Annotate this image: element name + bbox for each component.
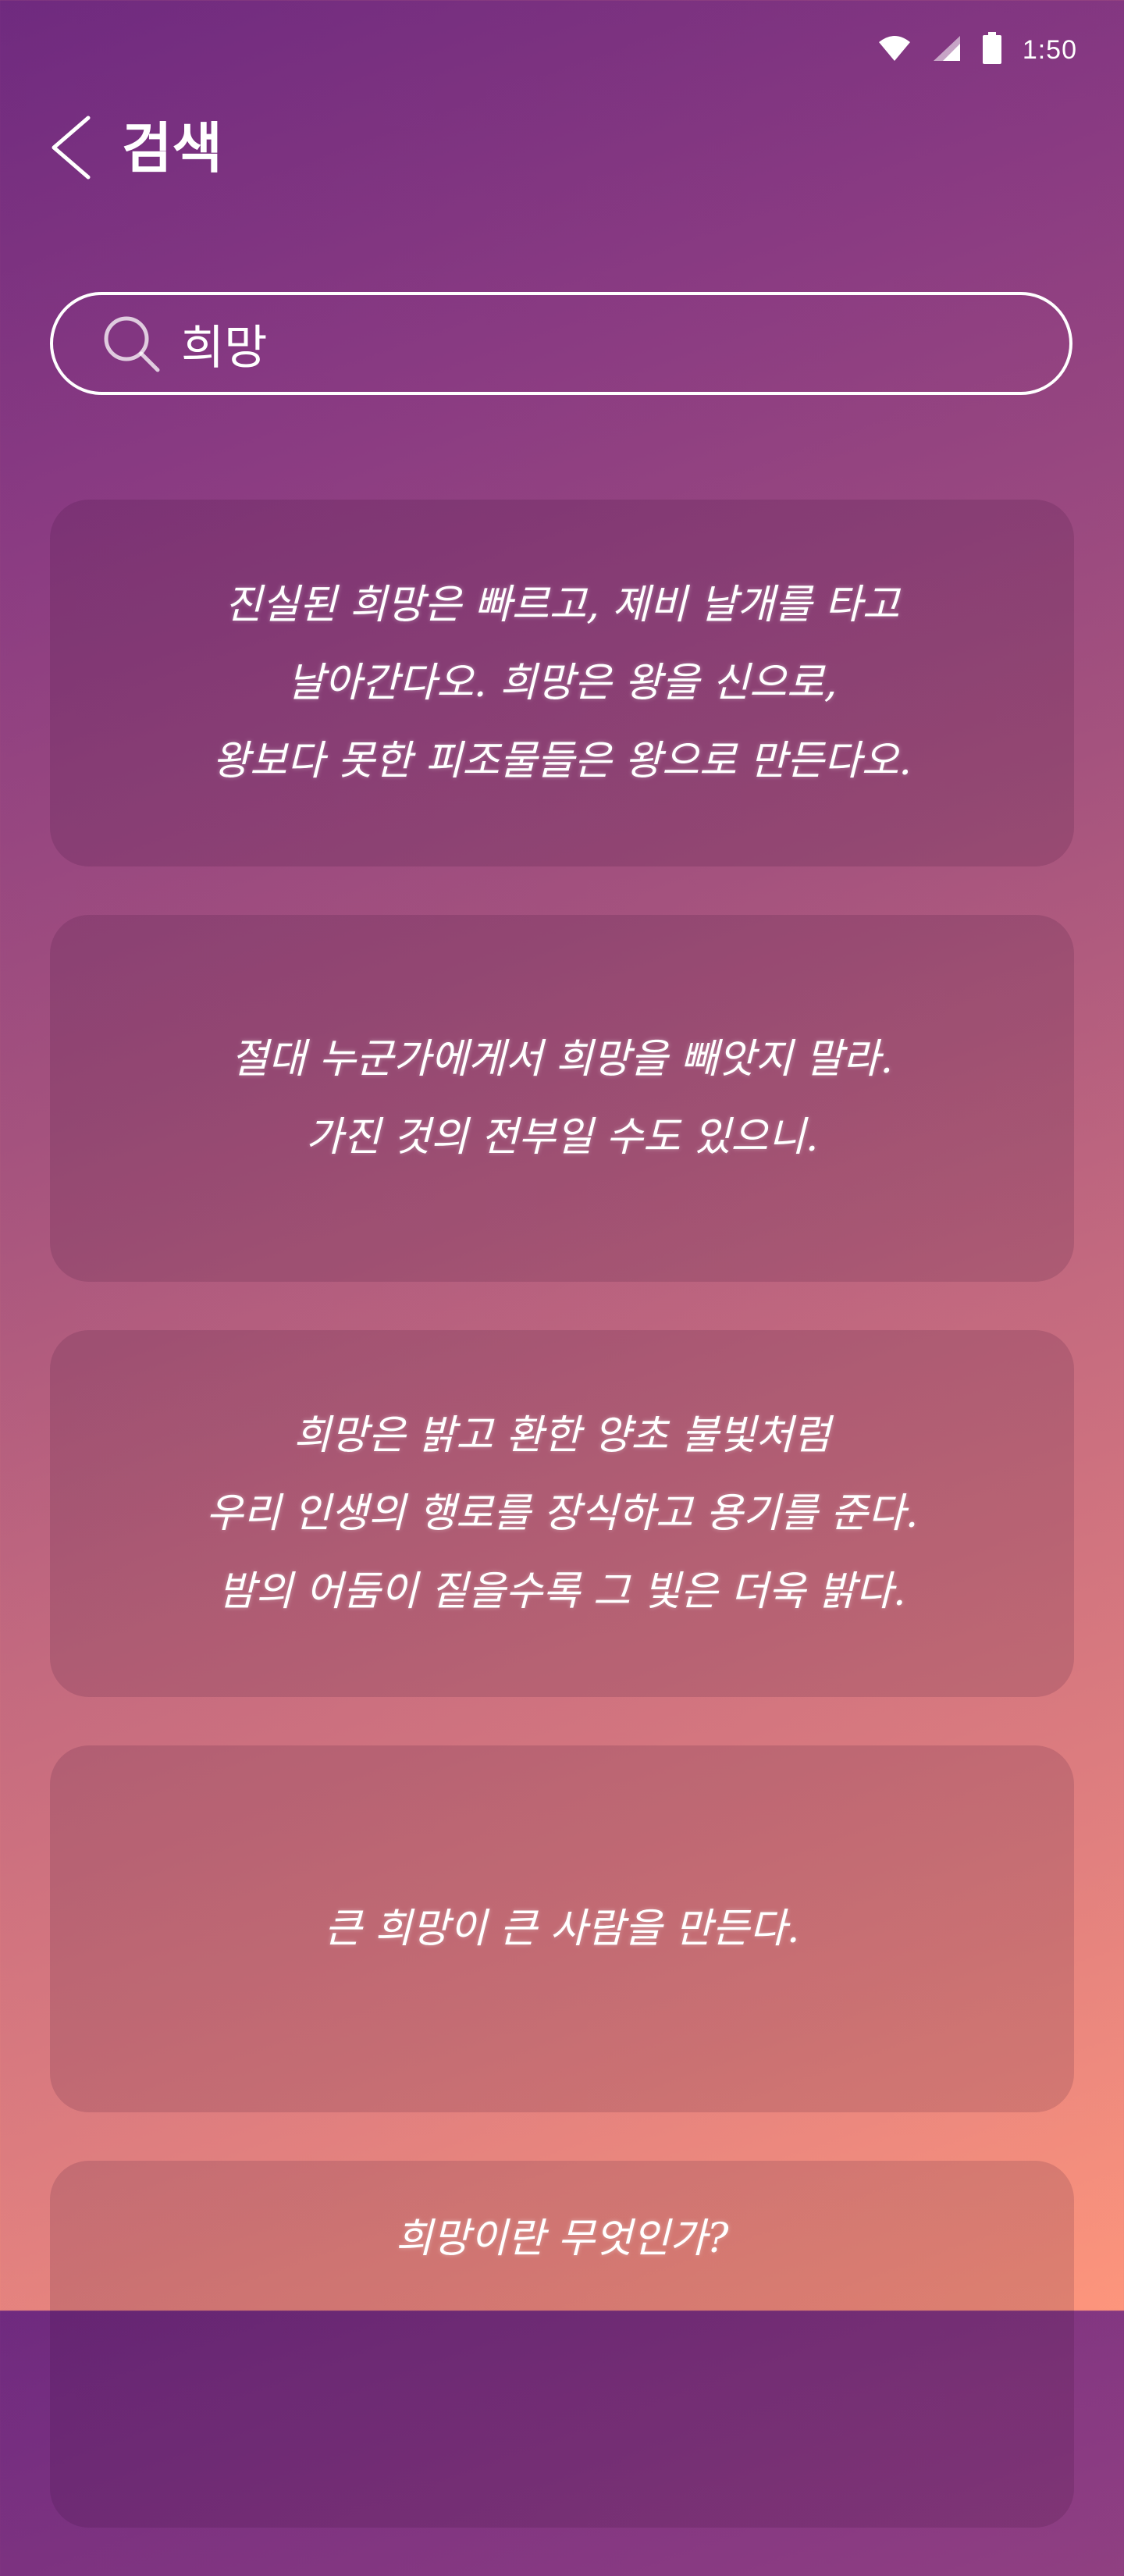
quote-text: 희망은 밝고 환한 양초 불빛처럼 우리 인생의 행로를 장식하고 용기를 준다… bbox=[205, 1412, 919, 1615]
quote-text: 진실된 희망은 빠르고, 제비 날개를 타고 날아간다오. 희망은 왕을 신으로… bbox=[212, 582, 912, 785]
chevron-left-icon bbox=[48, 115, 94, 183]
battery-icon bbox=[982, 32, 1002, 68]
quote-card[interactable]: 큰 희망이 큰 사람을 만든다. bbox=[50, 1745, 1074, 2112]
quote-card[interactable]: 희망은 밝고 환한 양초 불빛처럼 우리 인생의 행로를 장식하고 용기를 준다… bbox=[50, 1330, 1074, 1697]
quote-card[interactable]: 절대 누군가에게서 희망을 빼앗지 말라. 가진 것의 전부일 수도 있으니. bbox=[50, 915, 1074, 1282]
quote-text: 희망이란 무엇인가? bbox=[395, 2215, 729, 2262]
status-time: 1:50 bbox=[1022, 34, 1077, 65]
header: 검색 bbox=[0, 101, 1124, 195]
page-title: 검색 bbox=[122, 116, 222, 180]
search-input[interactable] bbox=[181, 304, 1024, 382]
wifi-icon bbox=[877, 34, 912, 66]
quote-card[interactable]: 진실된 희망은 빠르고, 제비 날개를 타고 날아간다오. 희망은 왕을 신으로… bbox=[50, 500, 1074, 866]
quote-card[interactable]: 희망이란 무엇인가? bbox=[50, 2161, 1074, 2528]
status-bar: 1:50 bbox=[0, 0, 1124, 94]
status-icons: 1:50 bbox=[877, 31, 1077, 69]
quote-text: 큰 희망이 큰 사람을 만든다. bbox=[324, 1905, 800, 1952]
search-box[interactable] bbox=[50, 292, 1072, 395]
results-list: 진실된 희망은 빠르고, 제비 날개를 타고 날아간다오. 희망은 왕을 신으로… bbox=[50, 500, 1074, 2576]
cellular-signal-icon bbox=[932, 34, 962, 66]
quote-text: 절대 누군가에게서 희망을 빼앗지 말라. 가진 것의 전부일 수도 있으니. bbox=[230, 1036, 894, 1161]
search-icon bbox=[100, 312, 162, 375]
back-button[interactable] bbox=[44, 114, 98, 184]
